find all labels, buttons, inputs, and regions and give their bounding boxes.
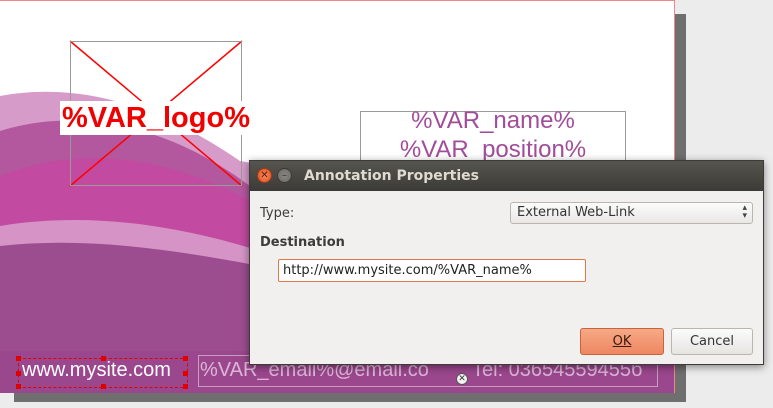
selected-annotation-frame[interactable] — [16, 356, 188, 389]
close-icon[interactable]: ✕ — [257, 168, 272, 183]
type-label: Type: — [260, 206, 295, 221]
type-select[interactable]: External Web-Link ▴ ▾ — [510, 202, 753, 224]
resize-handle[interactable] — [101, 384, 106, 389]
name-placeholder-text: %VAR_name% — [411, 107, 575, 134]
resize-handle[interactable] — [101, 356, 106, 361]
ok-button[interactable]: OK — [580, 328, 664, 355]
resize-handle[interactable] — [183, 356, 188, 361]
dialog-title: Annotation Properties — [304, 168, 479, 184]
cancel-button-label: Cancel — [689, 334, 735, 349]
resize-handle[interactable] — [16, 371, 21, 376]
destination-label: Destination — [260, 235, 345, 250]
updown-arrows-icon: ▴ ▾ — [742, 203, 747, 221]
resize-handle[interactable] — [183, 384, 188, 389]
logo-placeholder-text: %VAR_logo% — [60, 101, 252, 135]
resize-handle[interactable] — [183, 371, 188, 376]
cancel-button[interactable]: Cancel — [671, 328, 753, 355]
type-select-value: External Web-Link — [517, 205, 635, 220]
move-handle-icon[interactable]: ✕ — [456, 373, 468, 385]
resize-handle[interactable] — [16, 384, 21, 389]
destination-url-input[interactable]: http://www.mysite.com/%VAR_name% — [278, 259, 586, 282]
resize-handle[interactable] — [16, 356, 21, 361]
minimize-icon[interactable]: – — [277, 168, 292, 183]
ok-button-label: OK — [612, 334, 632, 349]
annotation-properties-dialog: ✕ – Annotation Properties Type: External… — [249, 160, 764, 365]
dialog-titlebar[interactable]: ✕ – Annotation Properties — [250, 161, 763, 191]
